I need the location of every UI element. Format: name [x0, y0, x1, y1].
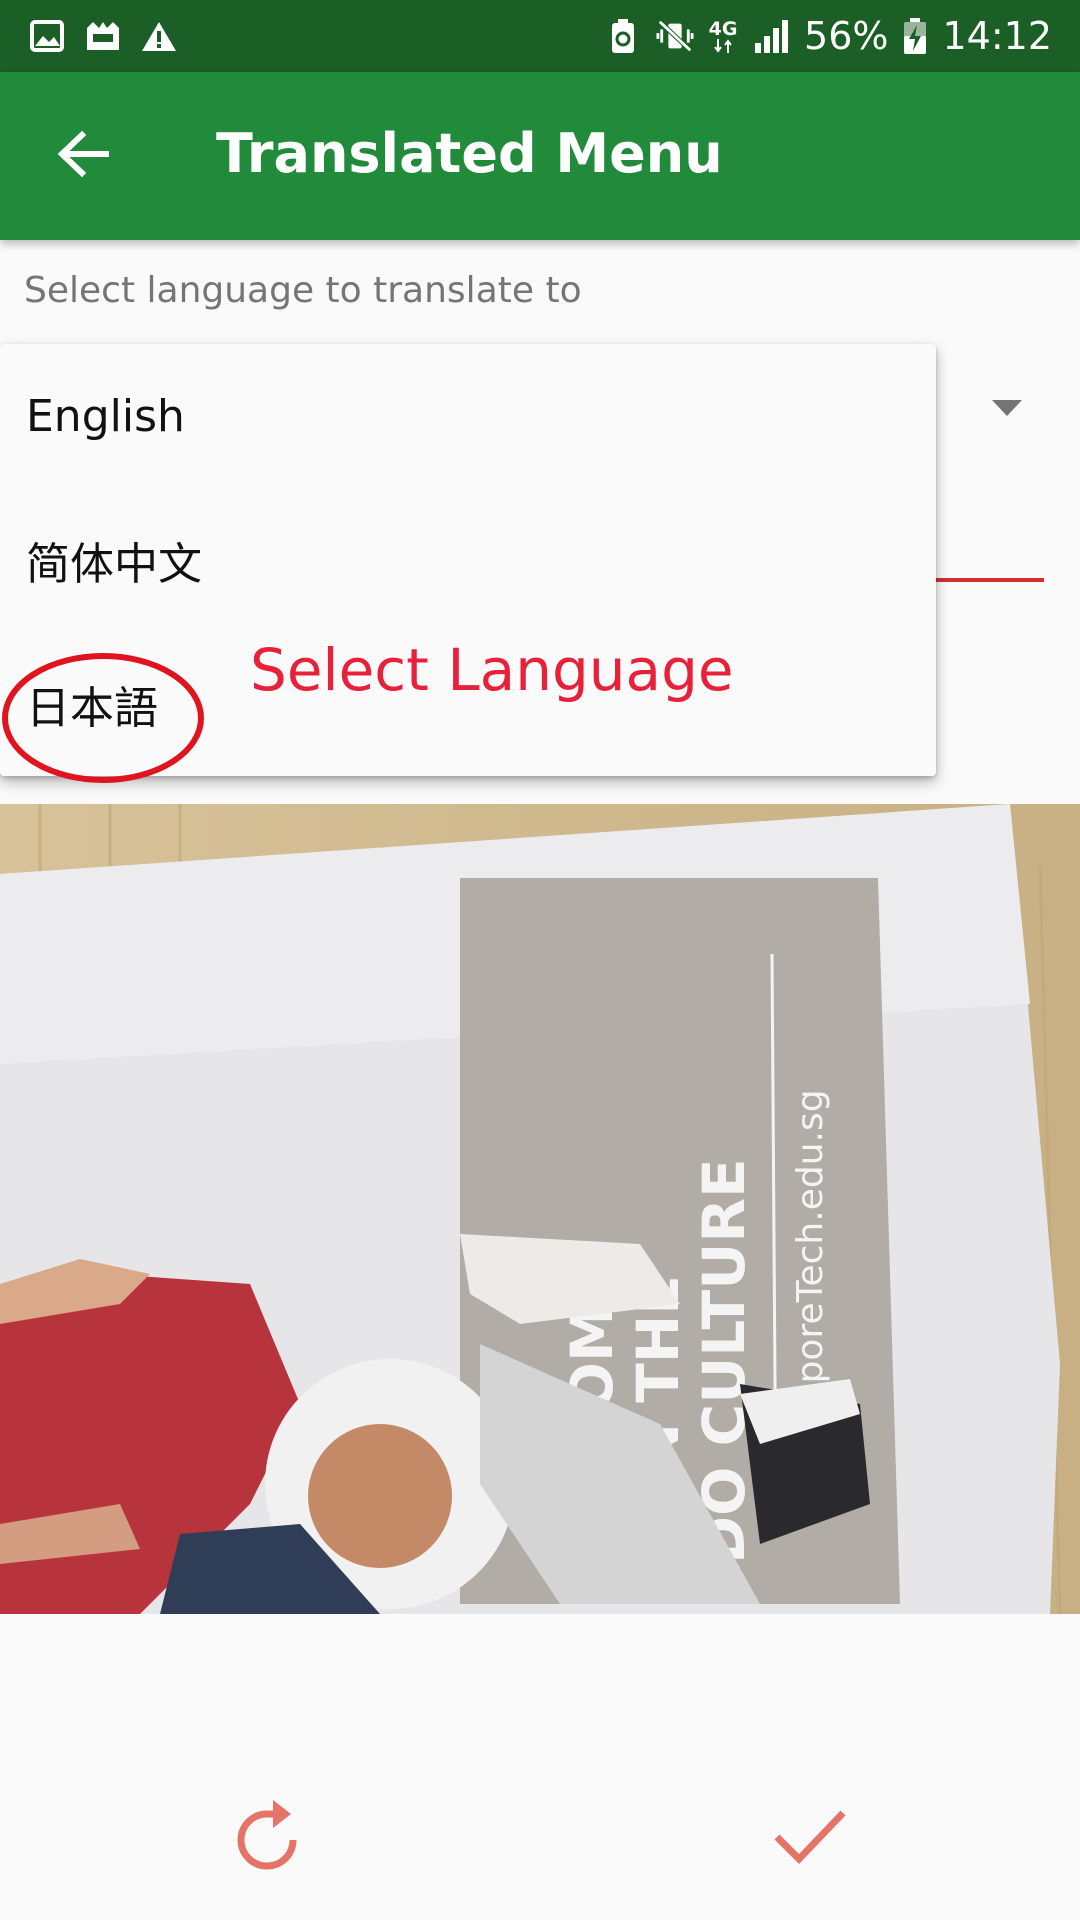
spinner-underline [936, 578, 1044, 582]
battery-percent: 56% [804, 14, 889, 58]
annotation-circle [2, 653, 204, 783]
battery-charging-icon [902, 17, 928, 55]
annotation-label: Select Language [250, 636, 734, 704]
back-button[interactable] [52, 124, 116, 188]
network-type-text: 4G [708, 17, 738, 40]
language-option-english[interactable]: English [0, 344, 936, 488]
battery-saver-icon [604, 17, 642, 55]
status-right-icons: 4G 56% 14:12 [604, 14, 1052, 58]
network-type-indicator: 4G [708, 17, 738, 53]
clock: 14:12 [942, 14, 1052, 58]
vibrate-mute-icon [656, 17, 694, 55]
signal-strength-icon [752, 17, 790, 55]
confirm-button[interactable] [762, 1790, 858, 1886]
rotate-right-icon [233, 1796, 307, 1881]
app-notification-icon [84, 17, 122, 55]
reset-button[interactable] [222, 1790, 318, 1886]
status-left-icons [28, 17, 178, 55]
arrow-left-icon [57, 130, 110, 182]
app-bar: Translated Menu [0, 72, 1080, 240]
captured-menu-photo: COME JOIN THE DO CULTURE SingaporeTech.e… [0, 804, 1080, 1614]
language-prompt-label: Select language to translate to [24, 270, 582, 311]
gallery-icon [28, 17, 66, 55]
language-option-simplified-chinese[interactable]: 简体中文 [0, 488, 936, 632]
status-bar: 4G 56% 14:12 [0, 0, 1080, 72]
dropdown-arrow-icon[interactable] [990, 398, 1024, 418]
page-title: Translated Menu [216, 122, 723, 185]
warning-icon [140, 17, 178, 55]
checkmark-icon [773, 1807, 847, 1870]
